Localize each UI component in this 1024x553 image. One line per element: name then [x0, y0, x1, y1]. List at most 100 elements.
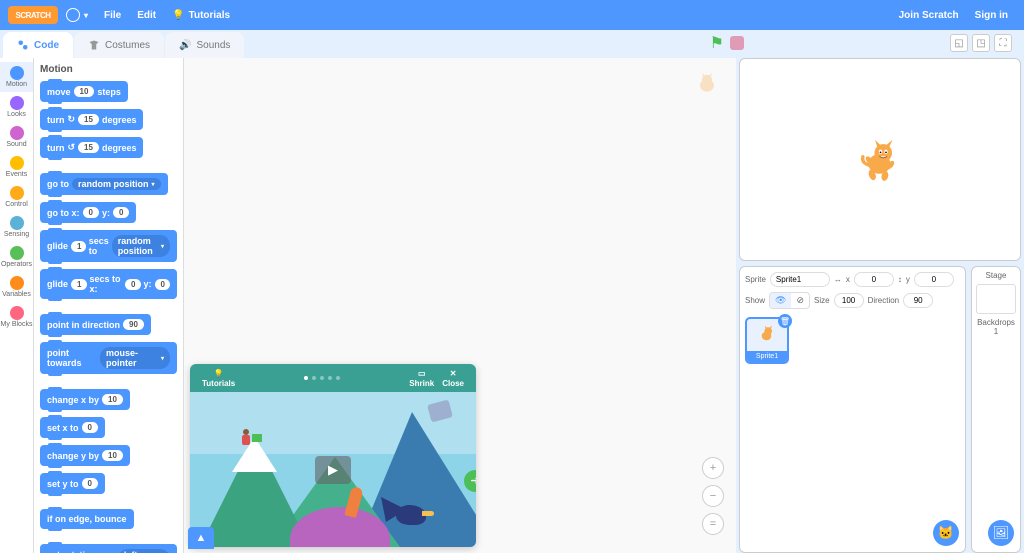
language-menu[interactable]: ▾: [58, 8, 96, 22]
category-sound[interactable]: Sound: [0, 122, 33, 152]
stage-small-button[interactable]: ◱: [950, 34, 968, 52]
tab-costumes[interactable]: Costumes: [74, 32, 164, 58]
category-label: Sensing: [4, 231, 29, 238]
stop-button[interactable]: [730, 36, 744, 50]
block-turn-ccw[interactable]: turn↺15degrees: [40, 137, 143, 158]
category-sensing[interactable]: Sensing: [0, 212, 33, 242]
fullscreen-button[interactable]: ⛶: [994, 34, 1012, 52]
sprite-x-input[interactable]: [854, 272, 894, 287]
category-events[interactable]: Events: [0, 152, 33, 182]
category-label: Events: [6, 171, 27, 178]
stage-label: Stage: [976, 271, 1016, 280]
block-goto-xy[interactable]: go to x:0y:0: [40, 202, 136, 223]
play-icon[interactable]: ▶: [315, 456, 351, 484]
x-label: x: [846, 275, 850, 284]
category-motion[interactable]: Motion: [0, 62, 33, 92]
tutorial-card: 💡 Tutorials ▭ Shrink ✕ Close: [190, 364, 476, 547]
stage-canvas[interactable]: [739, 58, 1021, 261]
scratch-logo[interactable]: SCRATCH: [8, 6, 58, 24]
page-dot[interactable]: [336, 376, 340, 380]
block-set-x[interactable]: set x to0: [40, 417, 105, 438]
zoom-out-button[interactable]: −: [702, 485, 724, 507]
block-change-x[interactable]: change x by10: [40, 389, 130, 410]
block-move-steps[interactable]: move10steps: [40, 81, 128, 102]
page-dot[interactable]: [304, 376, 308, 380]
tutorial-video[interactable]: ▶ ➜: [190, 392, 476, 547]
sprite-list: 🗑 Sprite1: [745, 317, 960, 364]
zoom-in-button[interactable]: +: [702, 457, 724, 479]
stage-selector-panel[interactable]: Stage Backdrops 1 🖼: [971, 266, 1021, 553]
tab-code[interactable]: Code: [3, 32, 73, 58]
tutorials-button[interactable]: 💡 Tutorials: [198, 369, 239, 388]
lightbulb-icon: 💡: [172, 10, 184, 21]
block-set-rotation-style[interactable]: set rotation styleleft-right: [40, 544, 177, 553]
tutorial-header: 💡 Tutorials ▭ Shrink ✕ Close: [190, 364, 476, 392]
backdrop-count: 1: [976, 327, 1016, 336]
block-set-y[interactable]: set y to0: [40, 473, 105, 494]
stage-large-button[interactable]: ◳: [972, 34, 990, 52]
right-panel: Sprite ↔ x ↕ y Show 👁 ⊘ Size: [736, 58, 1024, 553]
show-label: Show: [745, 296, 765, 305]
tutorials-label: Tutorials: [202, 379, 235, 388]
sprite-label: Sprite: [745, 275, 766, 284]
page-dot[interactable]: [320, 376, 324, 380]
category-operators[interactable]: Operators: [0, 242, 33, 272]
y-label: y: [906, 275, 910, 284]
zoom-reset-button[interactable]: =: [702, 513, 724, 535]
sounds-icon: 🔊: [179, 40, 191, 51]
lightbulb-icon: 💡: [214, 369, 224, 378]
add-sprite-button[interactable]: 🐱: [933, 520, 959, 546]
category-variables[interactable]: Variables: [0, 272, 33, 302]
scripts-workspace[interactable]: 💡 Tutorials ▭ Shrink ✕ Close: [184, 58, 736, 553]
tutorials-label: Tutorials: [189, 10, 230, 21]
hide-icon[interactable]: ⊘: [791, 293, 809, 308]
cat-face-icon: 🐱: [938, 525, 954, 541]
sprite-size-input[interactable]: [834, 293, 864, 308]
category-control[interactable]: Control: [0, 182, 33, 212]
show-icon[interactable]: 👁: [770, 293, 791, 308]
zoom-controls: + − =: [702, 457, 724, 535]
tutorial-next-button[interactable]: ➜: [464, 470, 476, 492]
join-scratch-button[interactable]: Join Scratch: [891, 10, 967, 21]
close-button[interactable]: ✕ Close: [438, 369, 468, 388]
costumes-icon: [88, 39, 100, 51]
sprite-tile[interactable]: 🗑 Sprite1: [745, 317, 789, 364]
page-dot[interactable]: [312, 376, 316, 380]
block-turn-cw[interactable]: turn↻15degrees: [40, 109, 143, 130]
direction-label: Direction: [868, 296, 900, 305]
visibility-toggle[interactable]: 👁 ⊘: [769, 292, 810, 309]
green-flag-button[interactable]: ⚑: [710, 33, 724, 53]
block-point-direction[interactable]: point in direction90: [40, 314, 151, 335]
shrink-button[interactable]: ▭ Shrink: [405, 369, 438, 388]
tab-sounds[interactable]: 🔊 Sounds: [165, 32, 244, 58]
tutorials-menu[interactable]: 💡 Tutorials: [164, 10, 238, 21]
shrink-label: Shrink: [409, 379, 434, 388]
sprite-y-input[interactable]: [914, 272, 954, 287]
backdrop-thumbnail[interactable]: [976, 284, 1016, 314]
sign-in-button[interactable]: Sign in: [967, 10, 1016, 21]
scratch-cat-sprite[interactable]: [853, 132, 908, 187]
palette-heading: Motion: [40, 64, 177, 75]
delete-sprite-button[interactable]: 🗑: [778, 314, 792, 328]
block-goto[interactable]: go torandom position: [40, 173, 168, 195]
close-label: Close: [442, 379, 464, 388]
backpack-toggle[interactable]: ▲: [188, 527, 214, 549]
block-if-on-edge[interactable]: if on edge, bounce: [40, 509, 134, 529]
sprite-direction-input[interactable]: [903, 293, 933, 308]
sprite-name-input[interactable]: [770, 272, 830, 287]
block-point-towards[interactable]: point towardsmouse-pointer: [40, 342, 177, 374]
edit-menu[interactable]: Edit: [129, 10, 164, 21]
add-backdrop-button[interactable]: 🖼: [988, 520, 1014, 546]
block-glide-to[interactable]: glide1secs torandom position: [40, 230, 177, 262]
file-menu[interactable]: File: [96, 10, 129, 21]
sprite-tile-name: Sprite1: [747, 351, 787, 362]
block-glide-xy[interactable]: glide1secs to x:0y:0: [40, 269, 177, 299]
category-looks[interactable]: Looks: [0, 92, 33, 122]
sprite-info-row1: Sprite ↔ x ↕ y: [745, 272, 960, 287]
tutorial-pagination: [239, 376, 405, 380]
block-change-y[interactable]: change y by10: [40, 445, 130, 466]
xy-icon: ↔: [834, 275, 842, 284]
blocks-palette[interactable]: Motion move10steps turn↻15degrees turn↺1…: [34, 58, 184, 553]
category-my-blocks[interactable]: My Blocks: [0, 302, 33, 332]
page-dot[interactable]: [328, 376, 332, 380]
